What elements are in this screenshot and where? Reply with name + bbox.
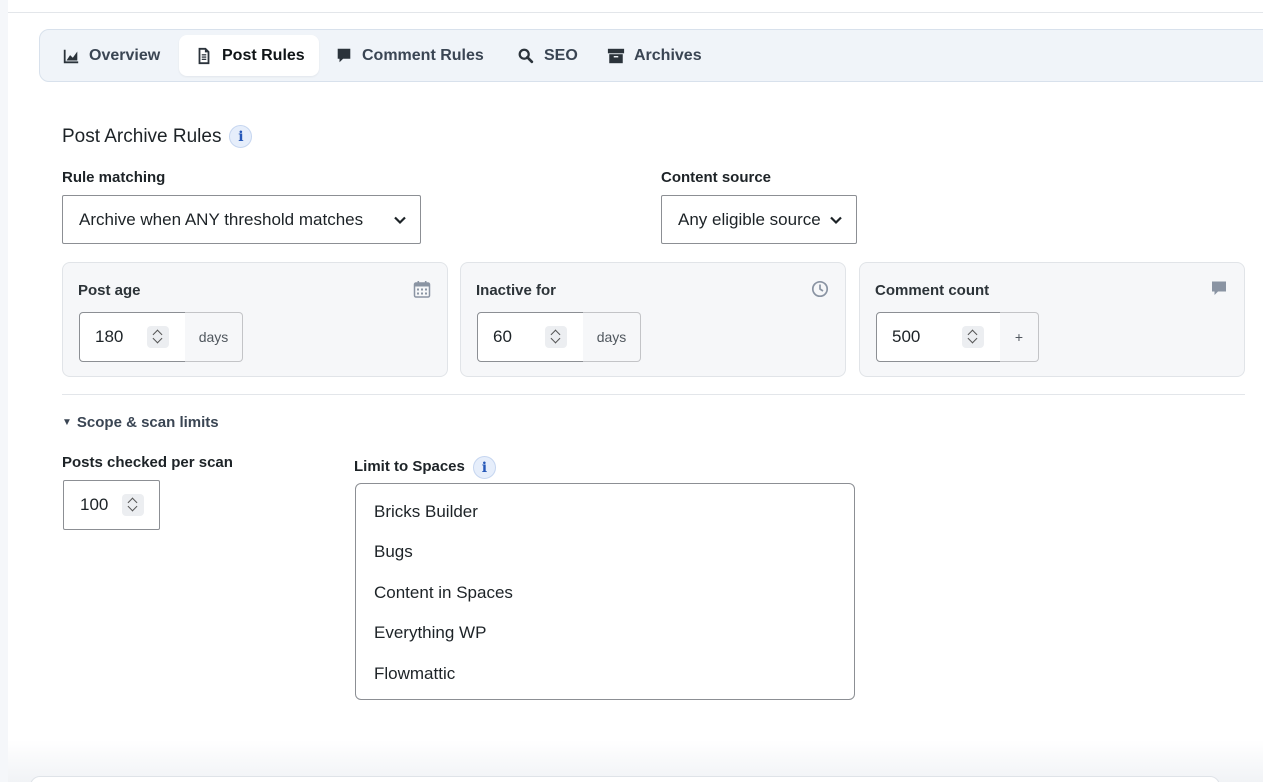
content-source-value: Any eligible source <box>678 209 821 229</box>
comment-count-input[interactable]: 500 <box>876 312 1001 362</box>
tab-label: Comment Rules <box>362 46 484 64</box>
document-icon <box>198 47 210 64</box>
triangle-down-icon: ▼ <box>62 417 72 428</box>
post-age-unit: days <box>185 312 243 362</box>
rule-matching-label: Rule matching <box>62 169 166 186</box>
limit-spaces-header: Limit to Spaces i <box>354 454 496 479</box>
inactive-for-title: Inactive for <box>476 282 557 299</box>
list-item[interactable]: Bugs <box>374 542 413 562</box>
inactive-for-card: Inactive for 60 days <box>460 262 846 377</box>
post-age-card: Post age 180 days <box>62 262 448 377</box>
comment-icon <box>337 48 351 62</box>
inactive-for-input[interactable]: 60 <box>477 312 584 362</box>
rule-matching-value: Archive when ANY threshold matches <box>79 209 364 229</box>
post-age-input[interactable]: 180 <box>79 312 186 362</box>
clock-icon <box>811 280 829 298</box>
page-title: Post Archive Rules <box>62 125 222 147</box>
scope-toggle[interactable]: ▼ Scope & scan limits <box>62 414 219 431</box>
content-source-select[interactable]: Any eligible source <box>661 195 857 244</box>
tab-label: Overview <box>89 46 161 64</box>
archive-box-icon <box>607 48 625 63</box>
limit-spaces-label: Limit to Spaces <box>354 458 465 475</box>
chevron-down-icon <box>394 216 406 225</box>
tab-comment-rules[interactable]: Comment Rules <box>319 35 498 76</box>
comment-count-stepper[interactable] <box>962 326 984 348</box>
list-item[interactable]: Everything WP <box>374 623 486 643</box>
chart-area-icon <box>63 49 79 63</box>
list-item[interactable]: Content in Spaces <box>374 583 513 603</box>
spaces-listbox[interactable]: Bricks Builder Bugs Content in Spaces Ev… <box>355 483 855 700</box>
rule-matching-select[interactable]: Archive when ANY threshold matches <box>62 195 421 244</box>
section-header: Post Archive Rules i <box>62 125 253 148</box>
top-bar <box>8 0 1263 13</box>
comment-count-unit: + <box>1000 312 1039 362</box>
tab-bar: Overview Post Rules Comment Rules SEO Ar… <box>39 29 1263 82</box>
comment-icon <box>1212 281 1226 295</box>
post-age-stepper[interactable] <box>147 326 169 348</box>
list-item[interactable]: Bricks Builder <box>374 502 478 522</box>
info-icon[interactable]: i <box>229 125 253 148</box>
scope-toggle-label: Scope & scan limits <box>76 414 219 431</box>
tab-overview[interactable]: Overview <box>46 35 174 76</box>
content-source-label: Content source <box>661 169 772 186</box>
tab-post-rules[interactable]: Post Rules <box>179 35 319 76</box>
inactive-for-unit: days <box>583 312 641 362</box>
post-age-title: Post age <box>78 282 141 299</box>
inactive-for-stepper[interactable] <box>545 326 567 348</box>
chevron-down-icon <box>830 216 842 225</box>
posts-per-scan-label: Posts checked per scan <box>62 454 233 471</box>
tab-label: SEO <box>544 46 578 64</box>
info-icon[interactable]: i <box>472 456 496 479</box>
posts-per-scan-value: 100 <box>80 495 109 514</box>
post-age-value: 180 <box>95 327 124 346</box>
tab-label: Post Rules <box>222 46 305 64</box>
search-icon <box>518 48 534 63</box>
posts-per-scan-input[interactable]: 100 <box>63 480 160 530</box>
tab-label: Archives <box>634 46 702 64</box>
posts-per-scan-stepper[interactable] <box>122 494 144 516</box>
inactive-for-value: 60 <box>493 327 512 346</box>
divider <box>62 394 1245 395</box>
calendar-icon <box>413 281 431 298</box>
comment-count-card: Comment count 500 + <box>859 262 1245 377</box>
list-item[interactable]: Flowmattic <box>374 664 455 684</box>
comment-count-title: Comment count <box>875 282 990 299</box>
comment-count-value: 500 <box>892 327 921 346</box>
tab-archives[interactable]: Archives <box>591 35 716 76</box>
next-panel <box>30 776 1220 782</box>
tab-seo[interactable]: SEO <box>501 35 592 76</box>
